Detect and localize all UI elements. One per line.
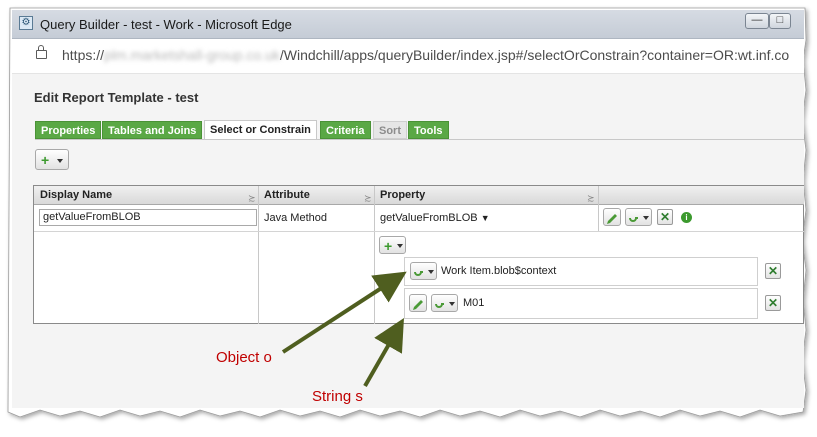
arrow-string bbox=[363, 318, 404, 387]
arrow-object bbox=[281, 271, 407, 354]
annotation-string: String s bbox=[312, 388, 363, 405]
annotation-object: Object o bbox=[216, 349, 272, 366]
annotation-arrows bbox=[281, 271, 407, 387]
